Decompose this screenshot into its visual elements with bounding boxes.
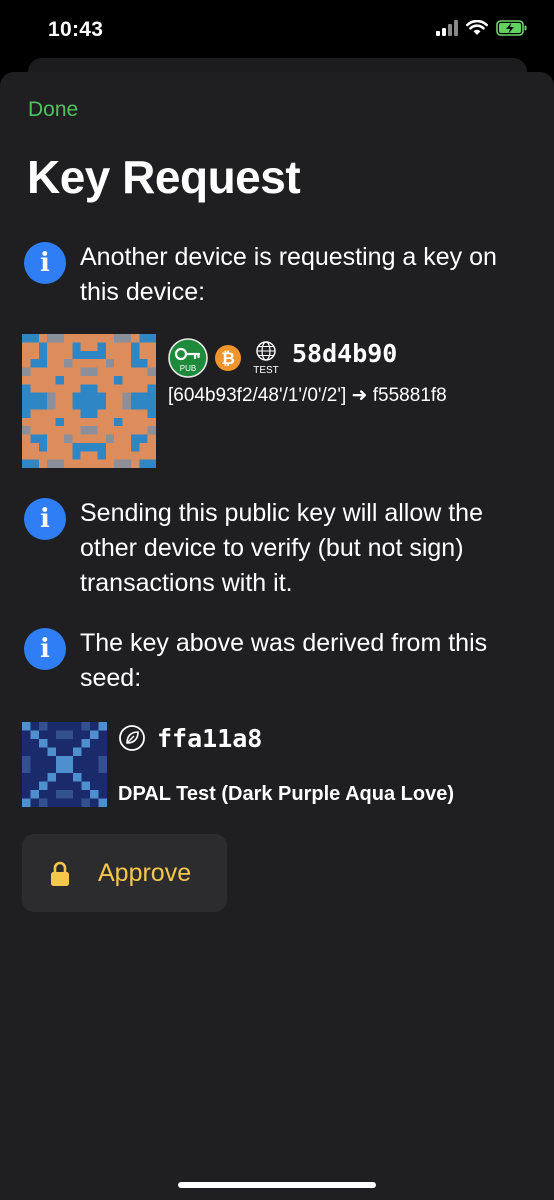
svg-text:₿: ₿	[221, 349, 235, 369]
test-badge-text: TEST	[253, 365, 279, 376]
done-button[interactable]: Done	[28, 98, 78, 122]
page-title: Key Request	[27, 151, 301, 203]
key-identicon	[22, 334, 156, 468]
info-row-request: i Another device is requesting a key on …	[24, 240, 520, 310]
info-text-request: Another device is requesting a key on th…	[80, 243, 497, 306]
seed-name: DPAL Test (Dark Purple Aqua Love)	[118, 783, 454, 805]
status-icons	[436, 20, 528, 36]
bitcoin-icon: ₿	[215, 345, 241, 371]
seed-identicon	[22, 722, 107, 807]
info-row-derived: i The key above was derived from this se…	[24, 626, 520, 696]
home-indicator[interactable]	[178, 1182, 376, 1188]
info-row-sending: i Sending this public key will allow the…	[24, 496, 520, 601]
approve-button[interactable]: Approve	[22, 834, 227, 912]
battery-charging-icon	[496, 20, 527, 36]
info-icon: i	[24, 498, 66, 540]
approve-label: Approve	[98, 859, 192, 887]
key-badges: PUB ₿ TEST	[168, 338, 284, 378]
info-icon: i	[24, 242, 66, 284]
public-key-icon: PUB	[168, 338, 208, 378]
signal-icon	[436, 20, 458, 36]
key-derivation-path: [604b93f2/48'/1'/0'/2'] ➜ f55881f8	[168, 385, 447, 406]
lock-icon	[51, 861, 69, 886]
info-text-derived: The key above was derived from this seed…	[80, 629, 488, 692]
testnet-globe-icon: TEST	[253, 341, 279, 376]
seed-leaf-icon	[119, 725, 145, 751]
seed-fingerprint: ffa11a8	[157, 724, 263, 753]
info-icon: i	[24, 628, 66, 670]
key-fingerprint: 58d4b90	[292, 339, 398, 368]
status-bar: 10:43	[0, 0, 554, 60]
info-text-sending: Sending this public key will allow the o…	[80, 499, 483, 597]
pub-badge-text: PUB	[180, 364, 196, 373]
wifi-icon	[466, 20, 488, 35]
status-time: 10:43	[48, 18, 104, 41]
